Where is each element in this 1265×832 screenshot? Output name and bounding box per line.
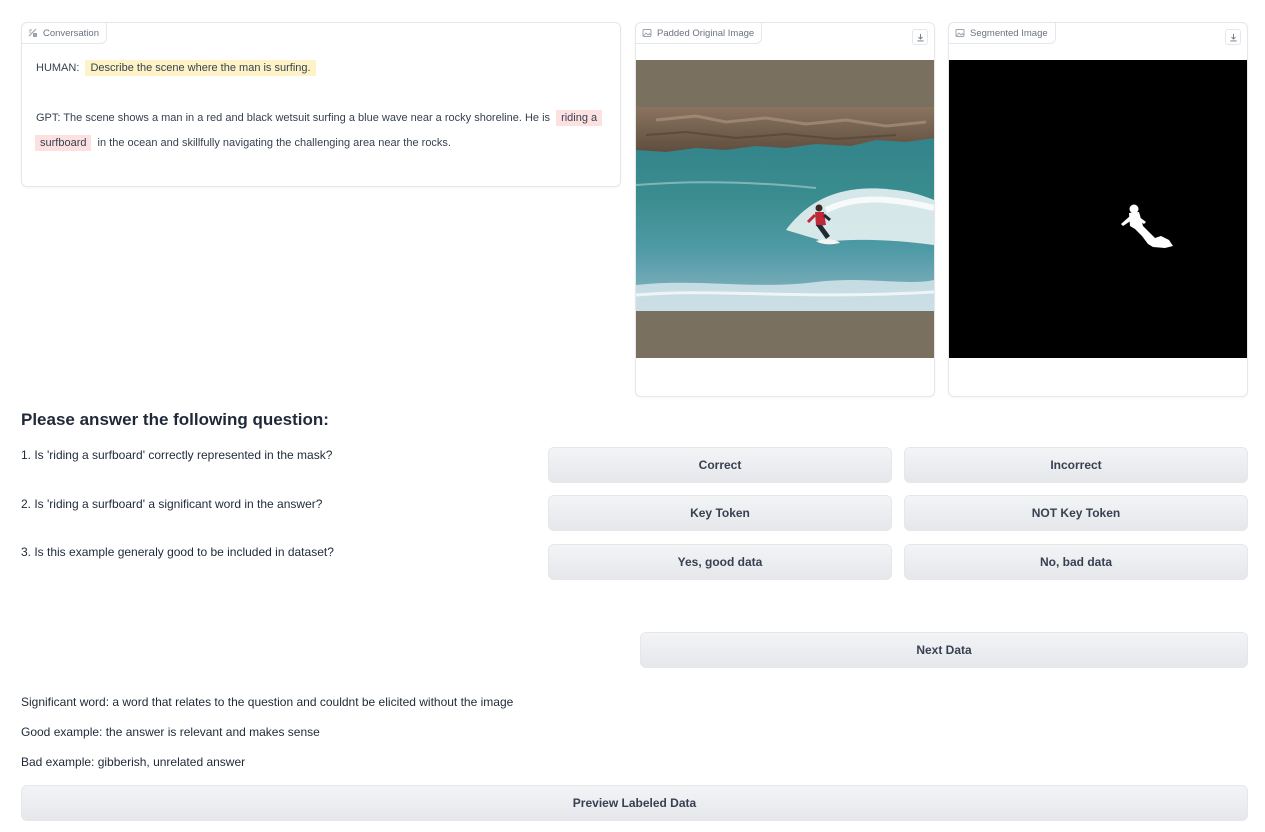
- human-message: HUMAN: Describe the scene where the man …: [32, 56, 612, 81]
- bad-example-note: Bad example: gibberish, unrelated answer: [21, 755, 246, 769]
- correct-button[interactable]: Correct: [548, 447, 892, 483]
- question-3-text: 3. Is this example generaly good to be i…: [21, 545, 334, 559]
- good-data-button[interactable]: Yes, good data: [548, 544, 892, 580]
- download-icon[interactable]: [1225, 29, 1241, 45]
- segmented-image-panel: Segmented Image: [948, 22, 1248, 397]
- human-prefix: HUMAN:: [36, 62, 80, 74]
- gpt-prefix: GPT:: [36, 112, 61, 124]
- conversation-body: HUMAN: Describe the scene where the man …: [32, 56, 612, 156]
- image-icon: [955, 29, 965, 37]
- original-image-label: Padded Original Image: [635, 22, 763, 44]
- segmented-image-label-text: Segmented Image: [970, 27, 1048, 39]
- segmentation-mask-image: [949, 60, 1247, 358]
- image-icon: [642, 29, 652, 37]
- good-example-note: Good example: the answer is relevant and…: [21, 725, 320, 739]
- preview-labeled-data-button[interactable]: Preview Labeled Data: [21, 785, 1248, 821]
- incorrect-button[interactable]: Incorrect: [904, 447, 1248, 483]
- question-2-text: 2. Is 'riding a surfboard' a significant…: [21, 497, 323, 511]
- gpt-text-before: The scene shows a man in a red and black…: [63, 112, 551, 124]
- padded-original-image: [636, 60, 934, 358]
- chat-icon: [28, 28, 37, 37]
- segmented-image-label: Segmented Image: [948, 22, 1056, 44]
- download-icon[interactable]: [912, 29, 928, 45]
- conversation-label-text: Conversation: [43, 27, 99, 39]
- conversation-panel-label: Conversation: [21, 22, 107, 44]
- conversation-panel: Conversation HUMAN: Describe the scene w…: [21, 22, 621, 187]
- original-image-panel: Padded Original Image: [635, 22, 935, 397]
- significant-word-note: Significant word: a word that relates to…: [21, 695, 514, 709]
- questions-heading: Please answer the following question:: [21, 410, 329, 429]
- next-data-button[interactable]: Next Data: [640, 632, 1248, 668]
- human-question-highlight: Describe the scene where the man is surf…: [85, 60, 316, 76]
- question-1-text: 1. Is 'riding a surfboard' correctly rep…: [21, 448, 333, 462]
- bad-data-button[interactable]: No, bad data: [904, 544, 1248, 580]
- key-token-button[interactable]: Key Token: [548, 495, 892, 531]
- gpt-text-after: in the ocean and skillfully navigating t…: [97, 137, 451, 149]
- not-key-token-button[interactable]: NOT Key Token: [904, 495, 1248, 531]
- original-image-label-text: Padded Original Image: [657, 27, 755, 39]
- gpt-message: GPT: The scene shows a man in a red and …: [32, 106, 612, 156]
